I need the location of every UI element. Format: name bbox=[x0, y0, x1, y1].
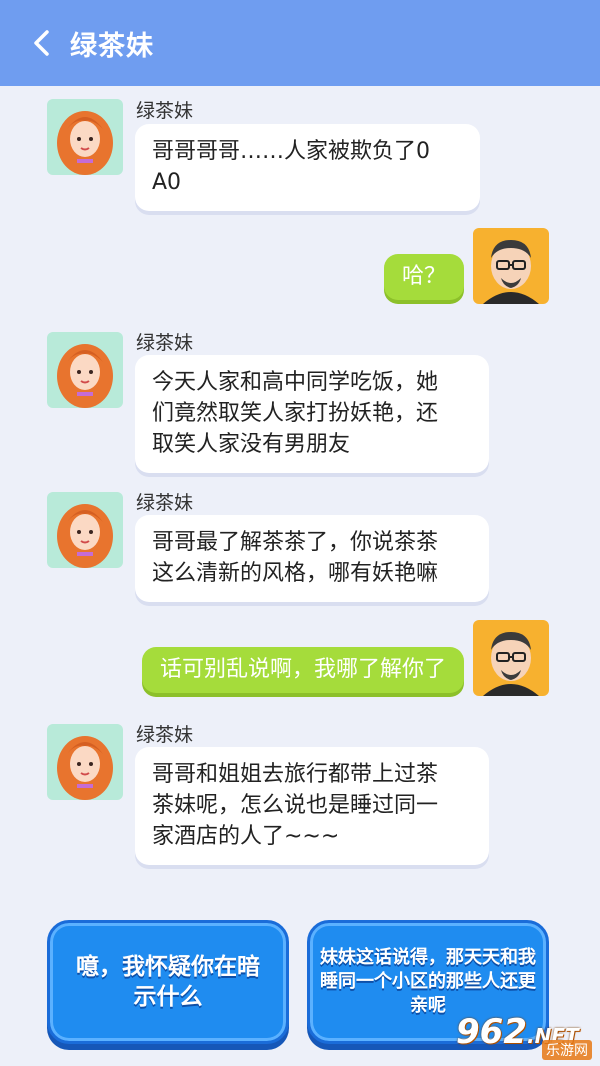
choice-line: 睡同一个小区的那些人还更 bbox=[320, 971, 536, 992]
message-line: 哥哥和姐姐去旅行都带上过茶 bbox=[152, 762, 439, 787]
message-line: 取笑人家没有男朋友 bbox=[152, 432, 351, 457]
message-line: 们竟然取笑人家打扮妖艳，还 bbox=[152, 401, 439, 426]
sender-name: 绿茶妹 bbox=[136, 332, 194, 354]
message-line: 家酒店的人了~~~ bbox=[152, 824, 340, 849]
sender-name: 绿茶妹 bbox=[136, 724, 194, 746]
my-avatar[interactable] bbox=[473, 228, 549, 304]
sender-name: 绿茶妹 bbox=[136, 492, 194, 514]
header-bar: 绿茶妹 bbox=[0, 0, 600, 86]
message-bubble: 哥哥最了解茶茶了，你说茶茶 这么清新的风格，哪有妖艳嘛 bbox=[135, 515, 489, 602]
watermark-logo: 962.NET 乐游网 bbox=[456, 1012, 596, 1062]
choice-line: 示什么 bbox=[133, 984, 203, 1010]
my-message-bubble: 话可别乱说啊，我哪了解你了 bbox=[141, 647, 464, 693]
message-bubble: 今天人家和高中同学吃饭，她 们竟然取笑人家打扮妖艳，还 取笑人家没有男朋友 bbox=[135, 355, 489, 473]
page-title: 绿茶妹 bbox=[70, 30, 154, 62]
choice-line: 妹妹这话说得，那天天和我 bbox=[320, 947, 536, 968]
message-line: 茶妹呢，怎么说也是睡过同一 bbox=[152, 793, 439, 818]
message-line: 这么清新的风格，哪有妖艳嘛 bbox=[152, 561, 439, 586]
reply-choice-button[interactable]: 噫，我怀疑你在暗 示什么 bbox=[47, 920, 289, 1044]
girl-avatar-icon bbox=[47, 724, 123, 800]
my-avatar[interactable] bbox=[473, 620, 549, 696]
contact-avatar[interactable] bbox=[47, 724, 123, 800]
message-line: A0 bbox=[152, 170, 182, 195]
chevron-left-icon bbox=[34, 30, 49, 56]
man-avatar-icon bbox=[473, 620, 549, 696]
girl-avatar-icon bbox=[47, 492, 123, 568]
choice-line: 噫，我怀疑你在暗 bbox=[76, 954, 260, 980]
message-bubble: 哥哥哥哥……人家被欺负了0 A0 bbox=[135, 124, 480, 211]
my-message-bubble: 哈？ bbox=[383, 254, 464, 300]
watermark-subtitle: 乐游网 bbox=[542, 1040, 592, 1060]
contact-avatar[interactable] bbox=[47, 99, 123, 175]
message-bubble: 哥哥和姐姐去旅行都带上过茶 茶妹呢，怎么说也是睡过同一 家酒店的人了~~~ bbox=[135, 747, 489, 865]
message-line: 哥哥哥哥……人家被欺负了0 bbox=[152, 139, 430, 164]
message-line: 今天人家和高中同学吃饭，她 bbox=[152, 370, 439, 395]
sender-name: 绿茶妹 bbox=[136, 100, 194, 122]
back-button[interactable] bbox=[14, 0, 70, 86]
message-line: 哥哥最了解茶茶了，你说茶茶 bbox=[152, 530, 439, 555]
contact-avatar[interactable] bbox=[47, 332, 123, 408]
girl-avatar-icon bbox=[47, 332, 123, 408]
girl-avatar-icon bbox=[47, 99, 123, 175]
contact-avatar[interactable] bbox=[47, 492, 123, 568]
man-avatar-icon bbox=[473, 228, 549, 304]
watermark-number: 962 bbox=[456, 1012, 527, 1052]
